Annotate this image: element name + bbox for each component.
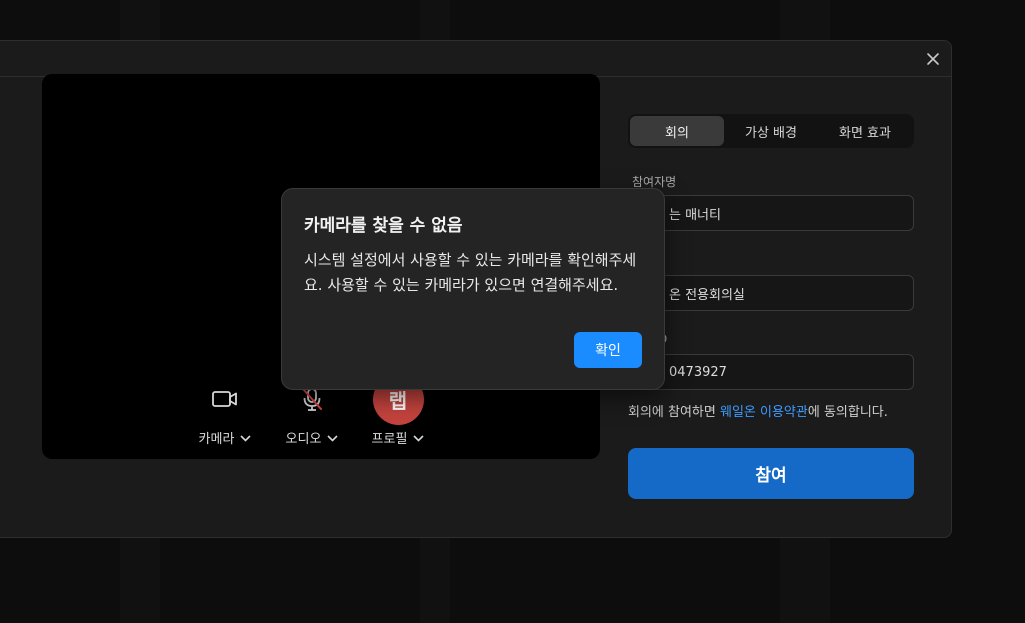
dialog-message: 시스템 설정에서 사용할 수 있는 카메라를 확인해주세요. 사용할 수 있는 …	[304, 251, 637, 294]
dialog-title: 카메라를 찾을 수 없음	[304, 216, 463, 236]
close-button[interactable]	[923, 49, 943, 69]
tab-virtual-background[interactable]: 가상 배경	[724, 116, 818, 146]
terms-suffix: 에 동의합니다.	[807, 405, 888, 420]
audio-label: 오디오	[285, 432, 322, 447]
confirm-button[interactable]: 확인	[574, 332, 642, 368]
chevron-down-icon[interactable]	[240, 434, 252, 442]
chevron-down-icon[interactable]	[327, 434, 339, 442]
profile-label: 프로필	[371, 432, 408, 447]
camera-control[interactable]: 카메라	[190, 372, 260, 447]
tab-meeting[interactable]: 회의	[630, 116, 724, 146]
terms-notice: 회의에 참여하면 웨일온 이용약관에 동의합니다.	[628, 401, 888, 420]
meeting-room-field[interactable]: 온 전용회의실	[628, 275, 914, 311]
join-button[interactable]: 참여	[628, 448, 914, 499]
chevron-down-icon[interactable]	[413, 434, 425, 442]
tab-screen-effects[interactable]: 화면 효과	[818, 116, 912, 146]
modal-header	[0, 41, 951, 77]
participant-name-field[interactable]: 는 매너티	[628, 195, 914, 231]
settings-tabs: 회의 가상 배경 화면 효과	[628, 114, 914, 148]
meeting-id-field[interactable]: 0473927	[628, 354, 914, 390]
close-icon	[927, 53, 939, 65]
camera-label: 카메라	[198, 432, 235, 447]
video-camera-icon	[212, 391, 237, 407]
terms-prefix: 회의에 참여하면	[628, 405, 720, 420]
camera-not-found-dialog: 카메라를 찾을 수 없음 시스템 설정에서 사용할 수 있는 카메라를 확인해주…	[281, 188, 665, 390]
terms-link[interactable]: 웨일온 이용약관	[720, 405, 808, 420]
